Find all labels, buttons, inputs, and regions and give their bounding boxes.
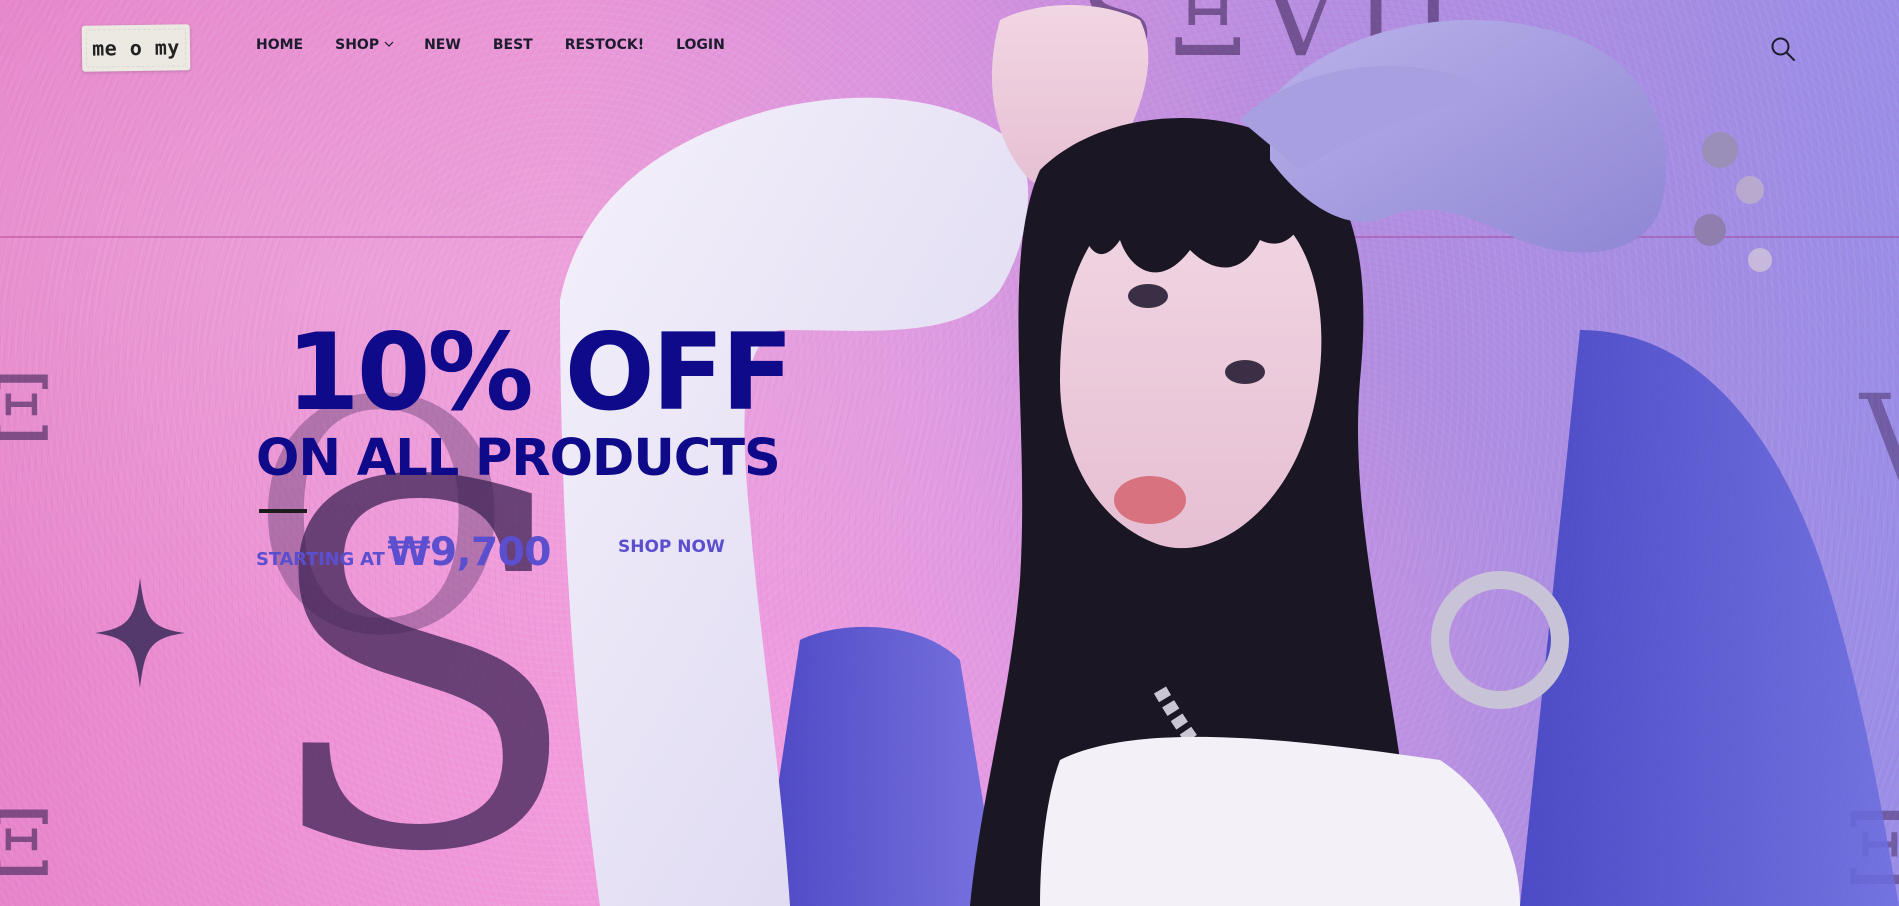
nav-item-label: BEST	[492, 37, 533, 53]
nav-item-shop[interactable]: SHOP	[335, 37, 394, 53]
background-lettering-left-lower: Ξ	[0, 792, 54, 897]
nav-item-new[interactable]: NEW	[424, 37, 461, 53]
nav-item-restock[interactable]: RESTOCK!	[565, 37, 644, 53]
site-header: me o my HOME SHOP NEW BEST RESTOCK! LOGI…	[0, 0, 1899, 100]
nav-item-home[interactable]: HOME	[256, 37, 303, 53]
nav-item-best[interactable]: BEST	[493, 37, 533, 53]
nav-item-label: NEW	[424, 37, 461, 53]
chevron-down-icon	[384, 41, 394, 47]
promo-divider	[259, 509, 307, 513]
search-icon[interactable]	[1770, 36, 1796, 62]
background-letter-s: S	[258, 379, 584, 906]
logo-text: me o my	[91, 35, 181, 61]
nav-item-label: LOGIN	[676, 37, 725, 53]
background-lettering-left: Ξ	[0, 357, 54, 462]
brand-logo[interactable]: me o my	[81, 24, 191, 72]
shop-now-link[interactable]: SHOP NOW	[618, 537, 725, 557]
nav-item-label: RESTOCK!	[564, 37, 645, 53]
price-value: ₩9,700	[387, 530, 552, 575]
nav-item-label: HOME	[256, 37, 304, 53]
nav-item-login[interactable]: LOGIN	[676, 37, 725, 53]
promo-headline: 10% OFF	[286, 311, 794, 434]
promo-subheadline: ON ALL PRODUCTS	[256, 429, 781, 488]
nav-item-label: SHOP	[335, 37, 380, 53]
sparkle-icon	[95, 578, 185, 688]
main-nav: HOME SHOP NEW BEST RESTOCK! LOGIN	[256, 37, 757, 53]
promo-price-row: STARTING AT ₩9,700	[256, 530, 551, 575]
price-label: STARTING AT	[256, 549, 385, 570]
